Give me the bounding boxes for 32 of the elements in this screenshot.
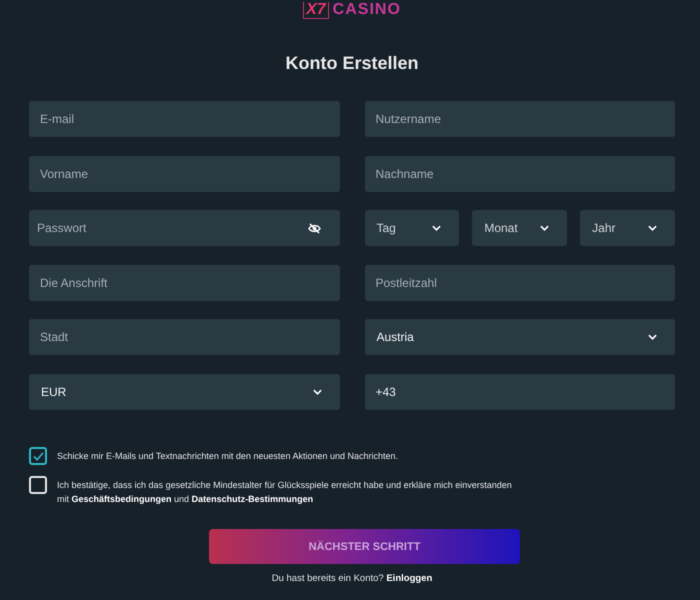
chevron-down-icon xyxy=(648,334,657,340)
page-title: Konto Erstellen xyxy=(284,52,420,74)
consent-text: Ich bestätige, dass ich das gesetzliche Mindestalter für Glücksspiele erreicht habe und erkläre mich einverstanden mit Geschäftsbedingungen und Datenschutz-Bestimmungen xyxy=(57,479,513,506)
dropdown-field[interactable]: EUR xyxy=(29,374,340,410)
checkmark-icon xyxy=(32,452,44,460)
login-link[interactable]: Einloggen xyxy=(386,573,432,584)
checkbox[interactable] xyxy=(29,447,47,465)
input-field[interactable]: Nachname xyxy=(364,156,675,192)
input-field[interactable]: Vorname xyxy=(29,156,340,192)
next-step-button[interactable]: NÄCHSTER SCHRITT xyxy=(209,529,520,564)
input-field[interactable]: Die Anschrift xyxy=(29,264,340,300)
chevron-down-icon xyxy=(432,225,442,231)
input-field[interactable]: Nutzername xyxy=(364,101,675,137)
chevron-down-icon xyxy=(312,388,322,394)
input-field[interactable]: Postleitzahl xyxy=(364,264,675,300)
consent-text: Schicke mir E-Mails und Textnachrichten mit den neuesten Aktionen und Nachrichten. xyxy=(57,450,400,463)
eye-slash-icon[interactable] xyxy=(308,222,320,234)
text-link[interactable]: Geschäftsbedingungen xyxy=(72,494,172,504)
logo-text: CASINO xyxy=(332,1,401,19)
dropdown-field[interactable]: Austria xyxy=(364,319,675,355)
text-link[interactable]: Datenschutz-Bestimmungen xyxy=(192,494,314,504)
input-field[interactable]: Stadt xyxy=(29,319,340,355)
footer-text: Du hast bereits ein Konto? xyxy=(272,573,384,584)
input-field[interactable]: E-mail xyxy=(29,101,340,137)
chevron-down-icon xyxy=(540,225,550,231)
dropdown-field[interactable]: Jahr xyxy=(580,210,675,246)
logo-mark: X7 xyxy=(303,2,329,18)
dropdown-field[interactable]: Tag xyxy=(364,210,460,246)
chevron-down-icon xyxy=(648,225,657,231)
input-field[interactable]: +43 xyxy=(364,374,675,410)
password-field[interactable]: Passwort xyxy=(29,210,340,246)
dropdown-field[interactable]: Monat xyxy=(472,210,568,246)
